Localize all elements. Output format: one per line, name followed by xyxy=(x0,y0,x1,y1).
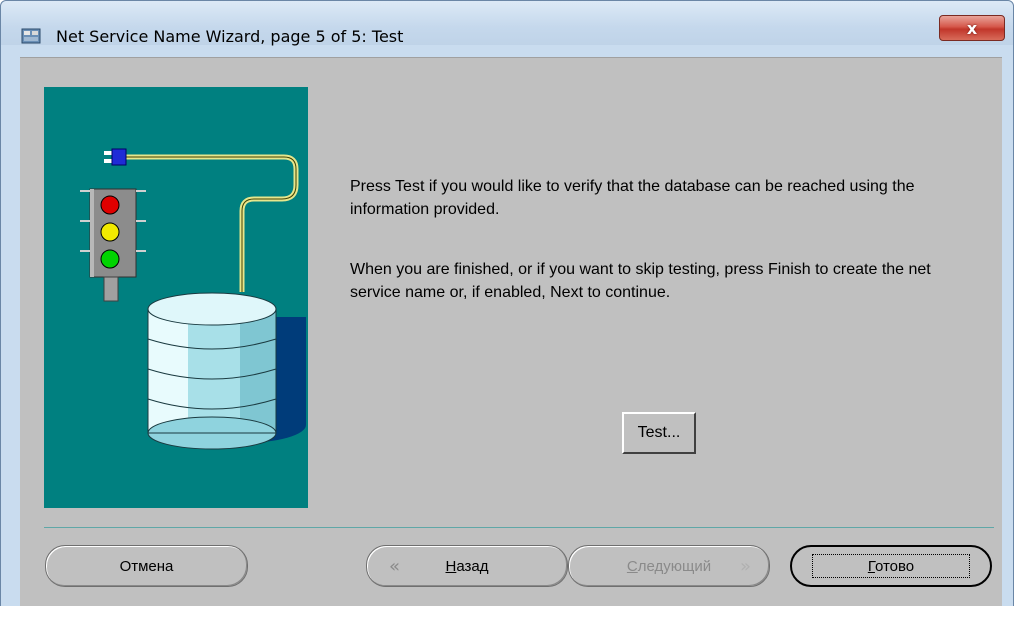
finish-button[interactable]: Готово xyxy=(790,545,992,587)
chevron-left-icon: « xyxy=(389,556,401,577)
back-button-label: Назад xyxy=(445,557,489,575)
window-bottom-edge xyxy=(0,606,1014,617)
focus-rectangle xyxy=(812,554,970,578)
window-title: Net Service Name Wizard, page 5 of 5: Te… xyxy=(56,27,404,46)
finish-instruction-text: When you are finished, or if you want to… xyxy=(350,261,931,301)
chevron-right-icon: » xyxy=(739,556,751,577)
next-button-label: Следующий xyxy=(626,557,712,575)
test-button[interactable]: Test... xyxy=(622,412,696,454)
test-instruction-text: Press Test if you would like to verify t… xyxy=(350,178,915,218)
illustration-svg xyxy=(80,148,306,450)
title-bar[interactable]: Net Service Name Wizard, page 5 of 5: Te… xyxy=(1,1,1013,46)
wizard-window: Net Service Name Wizard, page 5 of 5: Te… xyxy=(0,0,1014,617)
close-icon: x xyxy=(966,18,978,38)
back-button[interactable]: « Назад xyxy=(366,545,568,587)
wizard-app-icon xyxy=(21,27,41,45)
next-button[interactable]: Следующий » xyxy=(568,545,770,587)
traffic-light-database-illustration xyxy=(44,87,308,508)
cancel-button[interactable]: Отмена xyxy=(45,545,248,587)
button-divider xyxy=(44,527,994,528)
dialog-body: Press Test if you would like to verify t… xyxy=(20,57,1002,617)
close-button[interactable]: x xyxy=(939,15,1005,41)
